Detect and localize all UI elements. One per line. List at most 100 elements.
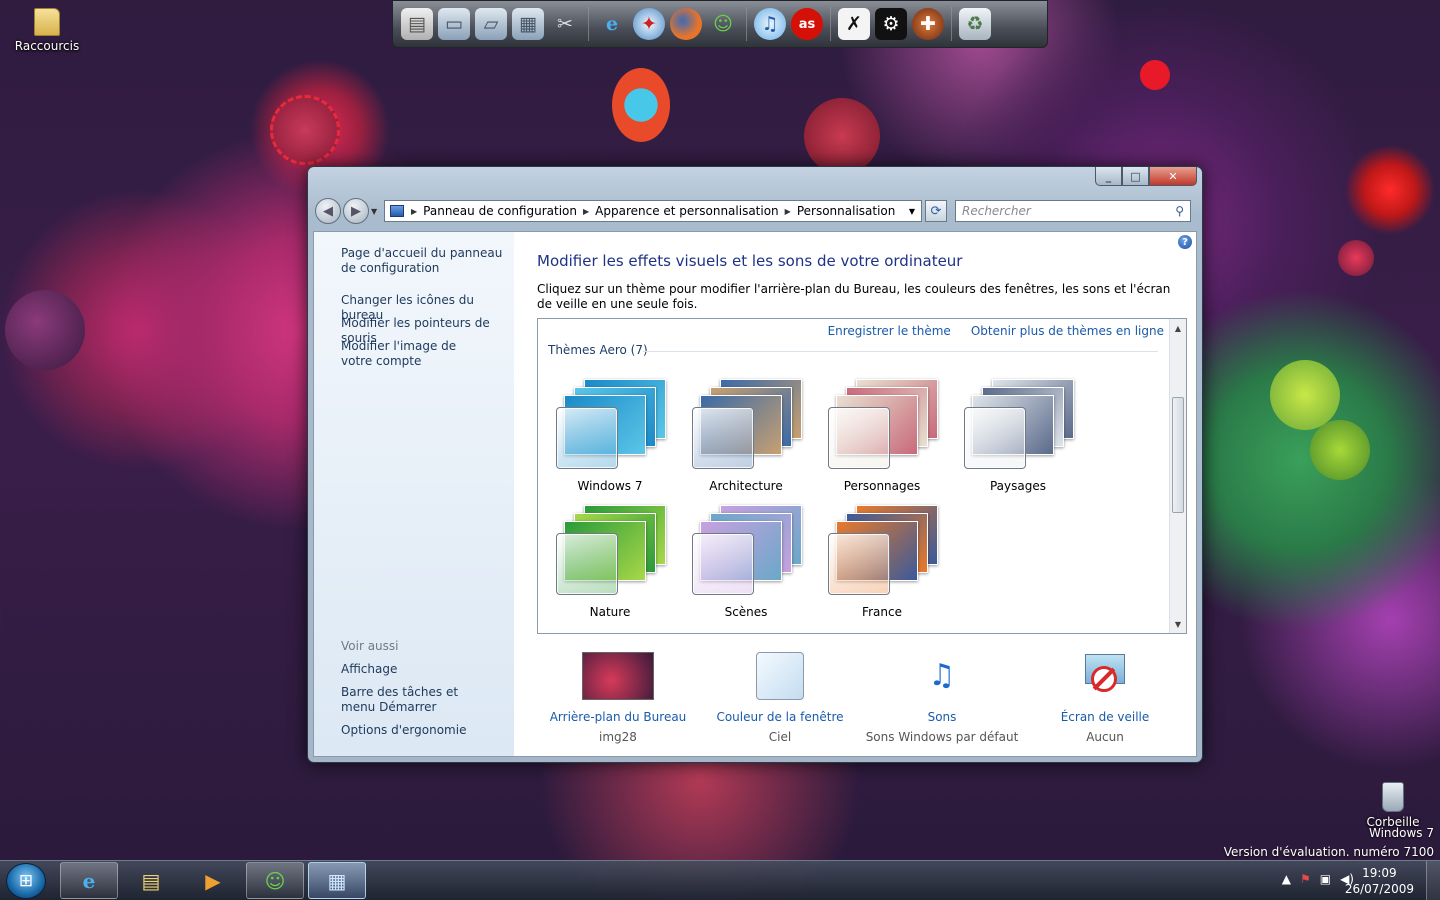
xfire-icon[interactable]: ✗ xyxy=(838,8,870,40)
steam-icon[interactable]: ⚙ xyxy=(875,8,907,40)
documents-icon[interactable]: ▦ xyxy=(512,8,544,40)
taskbar-messenger[interactable]: ☺ xyxy=(246,862,304,899)
folder-icon[interactable]: ▭ xyxy=(438,8,470,40)
taskbar-internet-explorer[interactable]: e xyxy=(60,862,118,899)
close-button[interactable]: ✕ xyxy=(1149,167,1197,186)
address-dropdown-icon[interactable]: ▼ xyxy=(909,207,915,216)
clock-time: 19:09 xyxy=(1362,866,1397,880)
theme-name: Personnages xyxy=(843,479,921,493)
scroll-thumb[interactable] xyxy=(1172,397,1184,513)
setting-value: Sons Windows par défaut xyxy=(865,730,1019,744)
dock-separator xyxy=(951,7,952,41)
folder-open-icon[interactable]: ▱ xyxy=(475,8,507,40)
link-change-account-picture[interactable]: Modifier l'image de votre compte xyxy=(341,339,491,369)
tools-icon[interactable]: ✂ xyxy=(549,8,581,40)
get-more-themes-link[interactable]: Obtenir plus de thèmes en ligne xyxy=(971,324,1164,338)
theme-tile[interactable]: Windows 7 xyxy=(544,377,676,497)
wallpaper-thumbnail-icon xyxy=(582,652,654,700)
theme-tile[interactable]: Nature xyxy=(544,503,676,623)
screen-saver-setting[interactable]: Écran de veille Aucun xyxy=(1025,652,1185,744)
back-button[interactable]: ◀ xyxy=(315,198,341,224)
link-control-panel-home[interactable]: Page d'accueil du panneau de configurati… xyxy=(341,246,509,276)
recycle-bin-icon[interactable]: ♻ xyxy=(959,8,991,40)
breadcrumb-arrow[interactable]: ▶ xyxy=(581,207,591,216)
themes-toolbar: Enregistrer le thème Obtenir plus de thè… xyxy=(828,324,1164,338)
theme-tile[interactable]: Paysages xyxy=(952,377,1084,497)
address-bar[interactable]: ▶ Panneau de configuration ▶ Apparence e… xyxy=(384,200,922,222)
tf2-icon[interactable]: ✚ xyxy=(912,8,944,40)
theme-tile[interactable]: Personnages xyxy=(816,377,948,497)
network-icon[interactable]: ▣ xyxy=(1320,872,1331,886)
theme-glass-swatch xyxy=(556,533,618,595)
breadcrumb-personalization[interactable]: Personnalisation xyxy=(793,204,900,218)
save-theme-link[interactable]: Enregistrer le thème xyxy=(828,324,951,338)
theme-glass-swatch xyxy=(964,407,1026,469)
breadcrumb-arrow[interactable]: ▶ xyxy=(409,207,419,216)
itunes-icon[interactable]: ♫ xyxy=(754,8,786,40)
search-placeholder: Rechercher xyxy=(962,204,1031,218)
wallpaper-shape xyxy=(1338,240,1374,276)
search-icon[interactable]: ⚲ xyxy=(1175,204,1184,218)
theme-name: Scènes xyxy=(724,605,768,619)
forward-button[interactable]: ▶ xyxy=(343,198,369,224)
os-watermark-line2: Version d'évaluation. numéro 7100 xyxy=(1223,845,1434,859)
taskbar-media-player[interactable]: ▶ xyxy=(184,862,242,899)
file-icon[interactable]: ▤ xyxy=(401,8,433,40)
maximize-button[interactable]: □ xyxy=(1122,167,1149,186)
theme-tile[interactable]: Scènes xyxy=(680,503,812,623)
windows-logo-icon: ⊞ xyxy=(18,871,34,891)
breadcrumb-appearance[interactable]: Apparence et personnalisation xyxy=(591,204,783,218)
link-display[interactable]: Affichage xyxy=(341,662,509,677)
help-icon[interactable]: ? xyxy=(1178,235,1192,249)
theme-glass-swatch xyxy=(692,533,754,595)
firefox-icon[interactable] xyxy=(670,8,702,40)
scroll-down-arrow[interactable]: ▼ xyxy=(1170,617,1186,631)
setting-value: img28 xyxy=(599,730,637,744)
breadcrumb-control-panel[interactable]: Panneau de configuration xyxy=(419,204,581,218)
theme-name: Architecture xyxy=(709,479,783,493)
desktop-icon-raccourcis[interactable]: Raccourcis xyxy=(14,8,80,53)
safari-icon[interactable]: ✦ xyxy=(633,8,665,40)
dock-separator xyxy=(830,7,831,41)
taskbar-explorer[interactable]: ▤ xyxy=(122,862,180,899)
window-color-setting[interactable]: Couleur de la fenêtre Ciel xyxy=(700,652,860,744)
show-desktop-button[interactable] xyxy=(1426,861,1440,900)
messenger-icon[interactable]: ☺ xyxy=(707,8,739,40)
theme-glass-swatch xyxy=(692,407,754,469)
theme-group-title: Thèmes Aero (7) xyxy=(548,343,648,357)
theme-name: Paysages xyxy=(989,479,1046,493)
theme-name: Nature xyxy=(589,605,631,619)
taskbar-control-panel[interactable]: ▦ xyxy=(308,862,366,899)
dock-separator xyxy=(588,7,589,41)
refresh-button[interactable]: ⟳ xyxy=(925,200,947,222)
theme-preview xyxy=(828,377,938,469)
theme-glass-swatch xyxy=(828,407,890,469)
link-taskbar-start-menu[interactable]: Barre des tâches et menu Démarrer xyxy=(341,685,491,715)
search-input[interactable]: Rechercher ⚲ xyxy=(955,200,1191,222)
sounds-setting[interactable]: ♫ Sons Sons Windows par défaut xyxy=(862,652,1022,744)
breadcrumb-arrow[interactable]: ▶ xyxy=(783,207,793,216)
theme-tile[interactable]: France xyxy=(816,503,948,623)
minimize-button[interactable]: _ xyxy=(1095,167,1122,186)
start-button[interactable]: ⊞ xyxy=(6,863,46,899)
link-ease-of-access[interactable]: Options d'ergonomie xyxy=(341,723,509,738)
internet-explorer-icon[interactable]: e xyxy=(596,8,628,40)
theme-preview xyxy=(556,377,666,469)
lastfm-icon[interactable]: as xyxy=(791,8,823,40)
themes-scrollbar[interactable]: ▲ ▼ xyxy=(1169,319,1186,633)
clock[interactable]: 19:09 26/07/2009 xyxy=(1345,865,1414,897)
wallpaper-shape xyxy=(1270,360,1340,430)
theme-tile[interactable]: Architecture xyxy=(680,377,812,497)
scroll-up-arrow[interactable]: ▲ xyxy=(1170,321,1186,335)
clock-date: 26/07/2009 xyxy=(1344,882,1414,896)
wallpaper-shape xyxy=(5,290,85,370)
desktop-icon-corbeille[interactable]: Corbeille xyxy=(1360,782,1426,829)
setting-value: Aucun xyxy=(1086,730,1124,744)
recent-pages-arrow[interactable]: ▼ xyxy=(371,207,377,216)
window-content: Page d'accueil du panneau de configurati… xyxy=(313,231,1197,757)
show-hidden-icons-icon[interactable]: ▲ xyxy=(1282,872,1291,886)
theme-glass-swatch xyxy=(828,533,890,595)
theme-preview xyxy=(692,503,802,595)
action-center-icon[interactable]: ⚑ xyxy=(1300,872,1311,886)
desktop-background-setting[interactable]: Arrière-plan du Bureau img28 xyxy=(538,652,698,744)
